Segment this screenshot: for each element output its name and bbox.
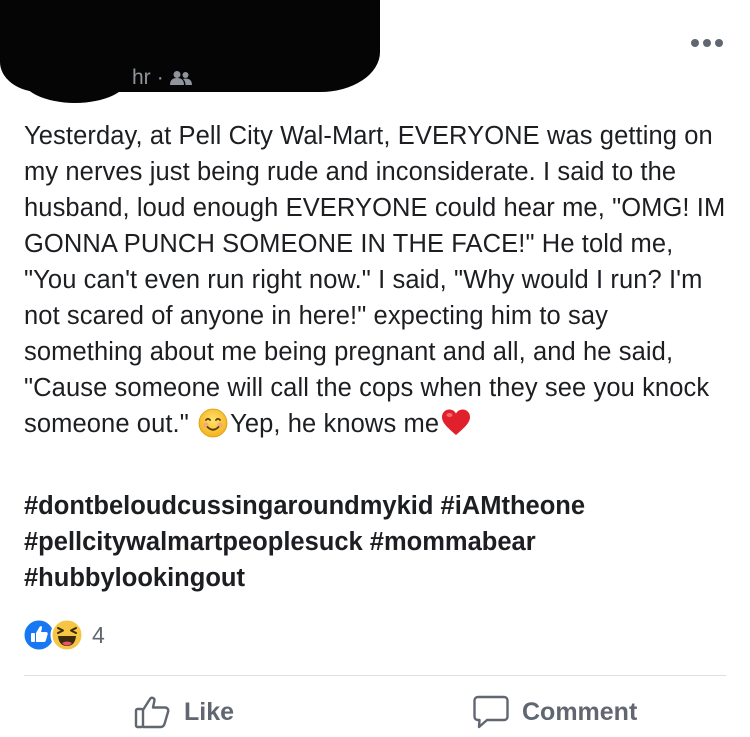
- comment-bubble-icon: [473, 695, 509, 729]
- post-meta: hr ·: [132, 66, 192, 90]
- actions-divider: [24, 675, 726, 676]
- reactions-summary[interactable]: 4: [22, 618, 105, 652]
- post-header: hr ·: [0, 0, 750, 110]
- post-text-main: Yesterday, at Pell City Wal-Mart, EVERYO…: [24, 122, 726, 438]
- haha-reaction-icon: [50, 618, 84, 652]
- reaction-count: 4: [92, 621, 105, 648]
- meta-separator-dot: ·: [156, 66, 164, 89]
- post-hashtags[interactable]: #dontbeloudcussingaroundmykid #iAMtheone…: [24, 488, 729, 596]
- like-button[interactable]: Like: [134, 694, 234, 730]
- redacted-avatar: [20, 48, 130, 103]
- post-timestamp[interactable]: hr: [132, 66, 151, 90]
- comment-button-label: Comment: [522, 697, 638, 726]
- smiling-face-emoji-icon: [198, 408, 228, 438]
- thumbs-up-icon: [134, 696, 170, 729]
- more-options-icon[interactable]: [690, 38, 724, 48]
- post-text-after-emoji: Yep, he knows me: [230, 410, 440, 438]
- post-body-text: Yesterday, at Pell City Wal-Mart, EVERYO…: [24, 118, 729, 442]
- comment-button[interactable]: Comment: [472, 694, 637, 730]
- like-button-label: Like: [184, 697, 235, 726]
- friends-audience-icon[interactable]: [169, 70, 192, 86]
- red-heart-emoji-icon: [442, 409, 471, 435]
